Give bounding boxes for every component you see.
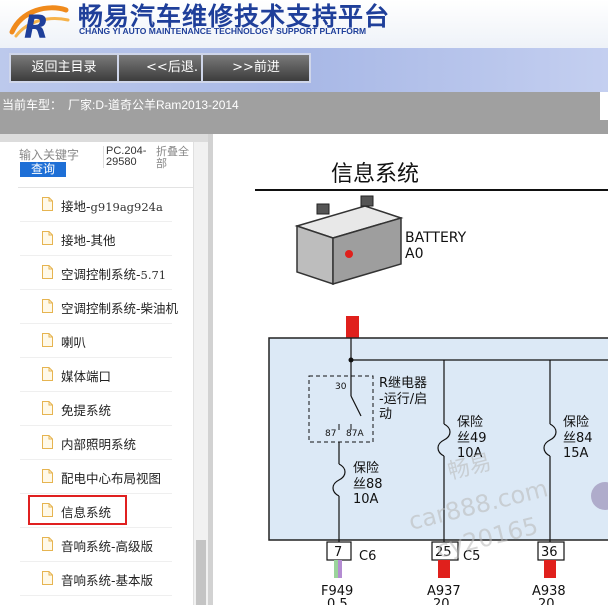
app-header: R 畅易汽车维修技术支持平台 CHANG YI AUTO MAINTENANCE… [0, 0, 608, 48]
fuse3-line2: 丝84 [563, 431, 593, 446]
relay-label-1: R继电器 [379, 376, 427, 391]
wire-f949-stub [334, 560, 338, 578]
tree-item-label: 媒体端口 [61, 366, 111, 385]
document-icon [42, 537, 53, 551]
diagram-pane: 信息系统 BATTERY A0 30 87 87A R继电器 -运行/启 动 保… [213, 134, 608, 605]
wire2-size: 20 [433, 597, 450, 605]
forward-button[interactable]: >>前进 [201, 53, 311, 83]
tree-item-label: 接地-其他 [61, 230, 116, 249]
fold-all-link[interactable]: 折叠全部 [156, 146, 194, 170]
tree-item[interactable]: 空调控制系统-5.71 [20, 256, 172, 290]
document-icon [42, 333, 53, 347]
document-icon [42, 231, 53, 245]
tree-item-text: 免提系统 [61, 403, 112, 418]
tree-item[interactable]: 音响系统-高级版 [20, 528, 172, 562]
wire1-size: 0.5 [327, 597, 348, 605]
battery-label: BATTERY [405, 230, 467, 246]
fuse3-line1: 保险 [563, 415, 589, 430]
tree-item-code: g919ag924a [90, 200, 163, 214]
document-icon [42, 367, 53, 381]
relay-pin-87a: 87A [346, 429, 364, 439]
vehicle-info-bar: 当前车型： 厂家:D-道奇公羊Ram2013-2014 [0, 92, 608, 134]
conn3-pin: 36 [541, 545, 558, 560]
tree-item-text: 喇叭 [61, 335, 87, 350]
tree-item[interactable]: 配电中心布局视图 [20, 460, 172, 494]
logo-letter: R [24, 8, 49, 42]
wire3-size: 20 [538, 597, 555, 605]
tree-item[interactable]: 媒体端口 [20, 358, 172, 392]
tree-item-text: 音响系统-高级版 [61, 539, 154, 554]
fuse3-line3: 15A [563, 446, 589, 461]
fuse1-line2: 丝88 [353, 477, 383, 492]
fuse1-line1: 保险 [353, 461, 379, 476]
relay-label-3: 动 [379, 407, 392, 422]
tree-item-text: 接地-其他 [61, 233, 116, 248]
tree-item[interactable]: 接地-g919ag924a [20, 188, 172, 222]
sidebar-topbar [0, 134, 210, 142]
tree-item[interactable]: 空调控制系统-柴油机 [20, 290, 178, 324]
tree-item-label: 空调控制系统-柴油机 [61, 298, 178, 317]
tree-item[interactable]: 免提系统 [20, 392, 172, 426]
conn1-pin: 7 [334, 545, 342, 560]
tree-item-label: 空调控制系统-5.71 [61, 264, 166, 283]
nav-bar: 返回主目录 <<后退. >>前进 [0, 48, 608, 92]
document-icon [42, 401, 53, 415]
fuse1-line3: 10A [353, 492, 379, 507]
document-icon [42, 197, 53, 211]
tree-item-text: 音响系统-基本版 [61, 573, 154, 588]
scrollbar-thumb[interactable] [196, 540, 206, 605]
relay-pin-30: 30 [335, 382, 347, 392]
document-icon [42, 435, 53, 449]
fuse2-line2: 丝49 [457, 431, 487, 446]
tree-item-text: 空调控制系统- [61, 267, 141, 282]
document-icon [42, 571, 53, 585]
tree-item[interactable]: 内部照明系统 [20, 426, 172, 460]
tree-item-code: 5.71 [140, 268, 167, 282]
wiring-diagram: BATTERY A0 30 87 87A R继电器 -运行/启 动 保险 丝88… [268, 195, 608, 605]
tree-item-text: 接地- [61, 199, 91, 214]
tree-item-label: 免提系统 [61, 400, 111, 419]
document-icon [42, 299, 53, 313]
conn1-name: C6 [359, 549, 376, 564]
tree-item-label: 配电中心布局视图 [61, 468, 161, 487]
sidebar-scrollbar[interactable] [193, 142, 209, 605]
relay-label-2: -运行/启 [379, 392, 427, 407]
home-button[interactable]: 返回主目录 [9, 53, 119, 83]
app-subtitle: CHANG YI AUTO MAINTENANCE TECHNOLOGY SUP… [79, 26, 367, 36]
fuse2-line1: 保险 [457, 415, 483, 430]
tree-item-text: 内部照明系统 [61, 437, 137, 452]
vehicle-label: 当前车型： [2, 98, 63, 112]
tree-item-label: 音响系统-高级版 [61, 536, 153, 555]
tree-item-text: 配电中心布局视图 [61, 471, 162, 486]
info-bar-edge [600, 92, 608, 120]
tree-item-label: 接地-g919ag924a [61, 196, 163, 215]
battery-icon [294, 195, 404, 286]
app-logo: R [9, 5, 70, 42]
wire-a938-stub [544, 560, 556, 578]
document-icon [42, 469, 53, 483]
tree-item[interactable]: 喇叭 [20, 324, 172, 358]
tree-item-label: 音响系统-基本版 [61, 570, 153, 589]
search-input[interactable]: 输入关键字 [19, 146, 79, 163]
battery-wire [346, 316, 359, 338]
relay-pin-87: 87 [325, 429, 336, 439]
battery-code: A0 [405, 246, 423, 262]
tree-item[interactable]: 接地-其他 [20, 222, 172, 256]
selected-item-highlight [28, 495, 127, 525]
vehicle-info: 当前车型： 厂家:D-道奇公羊Ram2013-2014 [2, 96, 245, 113]
tree-item-label: 喇叭 [61, 332, 86, 351]
tree-item[interactable]: 音响系统-基本版 [20, 562, 172, 596]
tree-item-text: 媒体端口 [61, 369, 112, 384]
tree-item-label: 内部照明系统 [61, 434, 136, 453]
search-button[interactable]: 查询 [20, 162, 66, 177]
pc-code: PC.204-29580 [103, 146, 154, 168]
vehicle-value: 厂家:D-道奇公羊Ram2013-2014 [68, 98, 239, 112]
document-icon [42, 265, 53, 279]
tree-item-text: 空调控制系统-柴油机 [61, 301, 179, 316]
